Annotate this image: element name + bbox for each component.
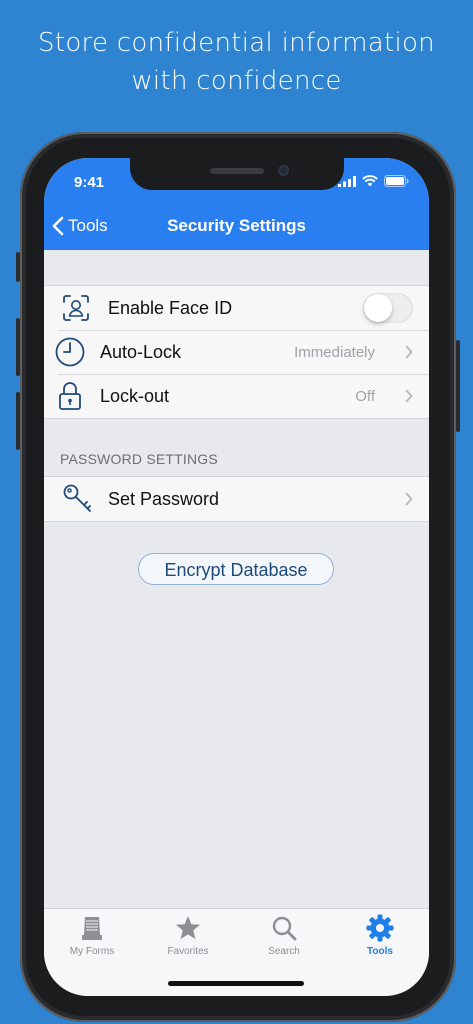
auto-lock-label: Auto-Lock [100, 341, 182, 362]
chevron-right-icon [405, 389, 413, 403]
tab-my-forms-label: My Forms [69, 946, 115, 957]
phone-power-button [456, 340, 460, 432]
forms-stack-icon [44, 913, 140, 943]
lock-out-value: Off [355, 387, 375, 405]
marketing-headline: Store confidential information with conf… [0, 24, 473, 100]
lock-icon [52, 378, 88, 414]
tab-bar: My Forms Favorites Search Tools [44, 908, 429, 996]
lock-out-row[interactable]: Lock-out Off [44, 374, 429, 418]
battery-icon [384, 175, 409, 187]
set-password-label: Set Password [108, 488, 220, 509]
face-id-icon [58, 290, 94, 326]
set-password-row[interactable]: Set Password [44, 477, 429, 521]
tab-search-label: Search [268, 946, 300, 957]
tab-tools[interactable]: Tools [332, 913, 428, 961]
headline-line-2: with confidence [131, 66, 342, 96]
tab-favorites-label: Favorites [167, 946, 209, 957]
search-icon [236, 913, 332, 943]
star-icon [140, 913, 236, 943]
notch [130, 158, 344, 190]
gear-icon [332, 913, 428, 943]
phone-volume-down [16, 392, 20, 450]
key-icon [60, 481, 96, 517]
headline-line-1: Store confidential information [38, 28, 435, 58]
chevron-right-icon [405, 492, 413, 506]
phone-screen: 9:41 Tools Security Settings Enable Face… [44, 158, 429, 996]
status-icons [338, 175, 409, 187]
chevron-right-icon [405, 345, 413, 359]
face-id-label: Enable Face ID [108, 297, 233, 318]
tab-tools-label: Tools [367, 946, 393, 957]
lock-out-label: Lock-out [100, 385, 170, 406]
tab-favorites[interactable]: Favorites [140, 913, 236, 961]
phone-silent-switch [16, 252, 20, 282]
face-id-row[interactable]: Enable Face ID [44, 286, 429, 330]
encrypt-database-button[interactable]: Encrypt Database [138, 553, 334, 585]
password-settings-header: PASSWORD SETTINGS [60, 451, 218, 467]
front-camera [278, 165, 289, 176]
face-id-toggle[interactable] [363, 293, 413, 323]
signal-icon [338, 175, 356, 187]
auto-lock-row[interactable]: Auto-Lock Immediately [44, 330, 429, 374]
phone-volume-up [16, 318, 20, 376]
wifi-icon [362, 175, 378, 187]
status-time: 9:41 [74, 174, 105, 191]
auto-lock-value: Immediately [294, 343, 375, 361]
password-settings-group: Set Password [44, 476, 429, 522]
toggle-knob [364, 294, 392, 322]
tab-search[interactable]: Search [236, 913, 332, 961]
tab-my-forms[interactable]: My Forms [44, 913, 140, 961]
page-title: Security Settings [167, 216, 306, 235]
speaker-grille [210, 168, 264, 174]
clock-icon [52, 334, 88, 370]
security-settings-group: Enable Face ID Auto-Lock Immediately Loc… [44, 285, 429, 419]
home-indicator[interactable] [168, 981, 304, 986]
